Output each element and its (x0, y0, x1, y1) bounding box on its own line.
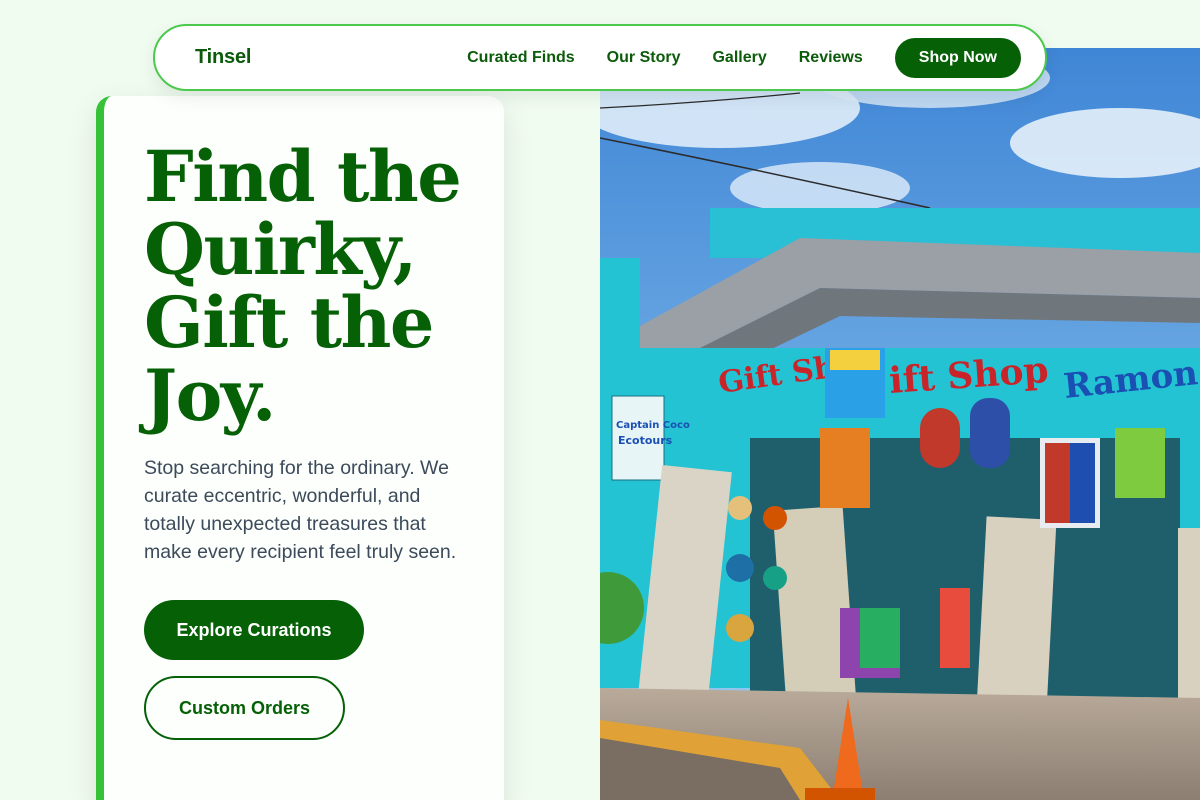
hero-image: Gift Shop ift Shop Ramon Captain Coco Ec… (600, 48, 1200, 800)
svg-text:Ecotours: Ecotours (618, 434, 673, 447)
hero-title-line-3: Gift the (144, 281, 434, 364)
explore-curations-button[interactable]: Explore Curations (144, 600, 364, 660)
hero-title-line-1: Find the (144, 135, 462, 218)
hero-description: Stop searching for the ordinary. We cura… (144, 457, 457, 563)
top-navbar: Tinsel Curated Finds Our Story Gallery R… (153, 24, 1047, 91)
hero-title: Find the Quirky, Gift the Joy. (144, 140, 464, 432)
custom-orders-button[interactable]: Custom Orders (144, 676, 345, 740)
nav-link-our-story[interactable]: Our Story (607, 49, 681, 67)
nav-link-gallery[interactable]: Gallery (712, 49, 766, 67)
brand-logo[interactable]: Tinsel (195, 46, 251, 69)
hero-title-line-4: Joy. (144, 354, 276, 437)
svg-text:Captain Coco: Captain Coco (616, 420, 690, 431)
shop-now-button[interactable]: Shop Now (894, 37, 1021, 78)
nav-link-curated-finds[interactable]: Curated Finds (467, 49, 575, 67)
nav-links: Curated Finds Our Story Gallery Reviews … (467, 37, 1021, 78)
hero-card: Find the Quirky, Gift the Joy. Stop sear… (96, 96, 504, 800)
nav-link-reviews[interactable]: Reviews (799, 49, 863, 67)
hero-title-line-2: Quirky, (144, 208, 417, 291)
